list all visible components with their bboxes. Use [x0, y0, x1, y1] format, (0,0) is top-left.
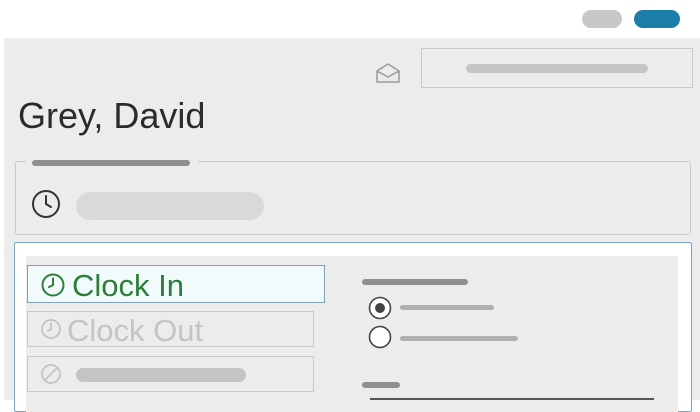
primary-button[interactable]: [634, 10, 680, 28]
header-field-placeholder: [466, 64, 648, 73]
radio-option-2[interactable]: [368, 325, 392, 349]
clock-out-label: Clock Out: [67, 313, 204, 348]
ban-icon: [41, 364, 61, 384]
clock-icon: [41, 273, 65, 297]
radio-option-2-label: [400, 336, 518, 341]
radio-option-1[interactable]: [368, 296, 392, 320]
envelope-open-icon[interactable]: [374, 62, 402, 84]
clock-icon: [32, 190, 60, 218]
employee-name: Grey, David: [18, 95, 206, 136]
options-title: [362, 279, 468, 285]
section-value: [76, 192, 264, 220]
radio-option-1-label: [400, 305, 494, 310]
clock-icon: [41, 319, 61, 339]
section-legend: [32, 160, 190, 166]
secondary-button[interactable]: [582, 10, 622, 28]
second-options-title: [362, 382, 400, 388]
third-action-label: [76, 368, 246, 382]
clock-in-label: Clock In: [72, 268, 184, 303]
